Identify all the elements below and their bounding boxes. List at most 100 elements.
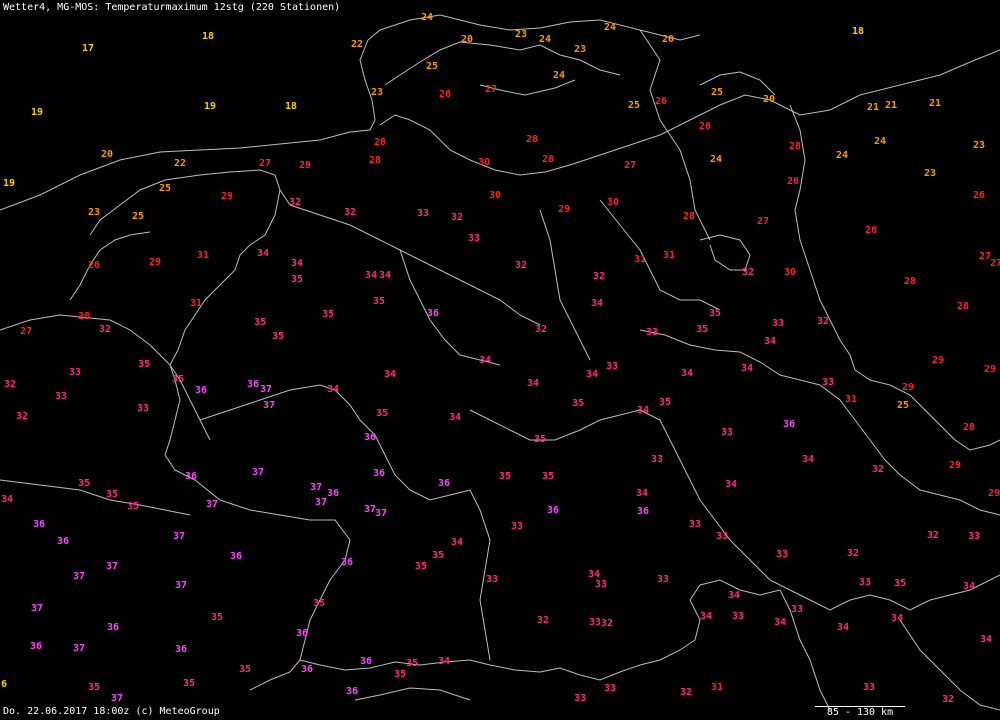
station-temperature: 34 [724, 479, 738, 490]
station-temperature: 35 [893, 578, 907, 589]
station-temperature: 33 [54, 391, 68, 402]
station-temperature: 33 [68, 367, 82, 378]
station-temperature: 33 [510, 521, 524, 532]
station-temperature: 35 [126, 501, 140, 512]
station-temperature: 27 [989, 258, 1000, 269]
station-temperature: 36 [300, 664, 314, 675]
station-temperature: 35 [312, 598, 326, 609]
station-temperature: 36 [106, 622, 120, 633]
station-temperature: 37 [259, 384, 273, 395]
station-temperature: 35 [414, 561, 428, 572]
station-temperature: 35 [533, 434, 547, 445]
station-temperature: 25 [131, 211, 145, 222]
station-temperature: 32 [592, 271, 606, 282]
station-temperature: 36 [29, 641, 43, 652]
station-temperature: 37 [314, 497, 328, 508]
station-temperature: 30 [488, 190, 502, 201]
station-temperature: 34 [727, 590, 741, 601]
station-temperature: 24 [603, 22, 617, 33]
station-temperature: 34 [773, 617, 787, 628]
station-temperature: 37 [205, 499, 219, 510]
station-temperature: 29 [931, 355, 945, 366]
station-temperature: 34 [290, 258, 304, 269]
station-temperature: 36 [174, 644, 188, 655]
station-temperature: 35 [393, 669, 407, 680]
station-temperature: 27 [756, 216, 770, 227]
station-temperature: 33 [416, 208, 430, 219]
station-temperature: 34 [836, 622, 850, 633]
station-temperature: 33 [588, 617, 602, 628]
station-temperature: 20 [100, 149, 114, 160]
station-temperature: 17 [81, 43, 95, 54]
station-temperature: 37 [105, 561, 119, 572]
station-temperature: 29 [983, 364, 997, 375]
station-temperature: 36 [194, 385, 208, 396]
station-temperature: 35 [105, 489, 119, 500]
station-temperature: 36 [426, 308, 440, 319]
station-temperature: 23 [972, 140, 986, 151]
station-temperature: 33 [775, 549, 789, 560]
station-temperature: 35 [182, 678, 196, 689]
station-temperature: 33 [821, 377, 835, 388]
station-temperature: 33 [720, 427, 734, 438]
station-temperature: 34 [448, 412, 462, 423]
station-temperature: 31 [189, 298, 203, 309]
station-temperature: 34 [636, 405, 650, 416]
station-temperature: 32 [450, 212, 464, 223]
station-temperature: 20 [762, 94, 776, 105]
station-temperature: 29 [148, 257, 162, 268]
station-temperature: 29 [220, 191, 234, 202]
station-temperature: 34 [801, 454, 815, 465]
station-temperature: 33 [136, 403, 150, 414]
station-temperature: 29 [298, 160, 312, 171]
station-temperature: 33 [645, 327, 659, 338]
station-temperature: 37 [72, 643, 86, 654]
station-temperature: 23 [514, 29, 528, 40]
station-temperature: 32 [288, 197, 302, 208]
station-temperature: 25 [425, 61, 439, 72]
station-temperature: 37 [110, 693, 124, 704]
station-temperature: 36 [184, 471, 198, 482]
station-temperature: 24 [873, 136, 887, 147]
station-temperature: 36 [437, 478, 451, 489]
station-temperature: 21 [866, 102, 880, 113]
station-temperature: 31 [196, 250, 210, 261]
station-temperature: 20 [661, 34, 675, 45]
station-temperature: 19 [30, 107, 44, 118]
station-temperature: 6 [0, 679, 8, 690]
station-temperature: 37 [374, 508, 388, 519]
station-temperature: 35 [708, 308, 722, 319]
station-temperature: 27 [623, 160, 637, 171]
station-temperature: 28 [962, 422, 976, 433]
station-temperature: 36 [340, 557, 354, 568]
station-temperature: 25 [710, 87, 724, 98]
station-temperature: 36 [372, 468, 386, 479]
station-temperature: 34 [437, 656, 451, 667]
station-temperature: 33 [573, 693, 587, 704]
scale-bar: 85 - 130 km [815, 706, 905, 718]
station-temperature: 34 [680, 368, 694, 379]
station-temperature: 28 [788, 141, 802, 152]
station-temperature: 36 [229, 551, 243, 562]
station-temperature: 24 [538, 34, 552, 45]
timestamp-copyright: Do. 22.06.2017 18:00z (c) MeteoGroup [3, 706, 220, 717]
station-temperature: 32 [343, 207, 357, 218]
station-temperature: 33 [858, 577, 872, 588]
station-temperature: 29 [901, 382, 915, 393]
station-temperature: 19 [203, 101, 217, 112]
station-temperature: 35 [253, 317, 267, 328]
station-temperature: 37 [172, 531, 186, 542]
station-temperature: 32 [679, 687, 693, 698]
station-temperature: 35 [171, 374, 185, 385]
station-temperature: 32 [941, 694, 955, 705]
station-temperature: 33 [731, 611, 745, 622]
station-temperature: 35 [695, 324, 709, 335]
station-temperature: 32 [536, 615, 550, 626]
station-temperature: 32 [15, 411, 29, 422]
station-temperature: 33 [594, 579, 608, 590]
station-temperature: 33 [603, 683, 617, 694]
station-temperature: 26 [972, 190, 986, 201]
station-temperature: 36 [246, 379, 260, 390]
station-temperature: 32 [816, 316, 830, 327]
station-temperature: 34 [526, 378, 540, 389]
